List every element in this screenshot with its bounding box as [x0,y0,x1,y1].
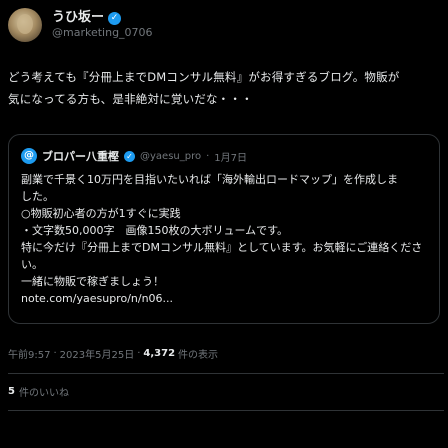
quoted-body-line: い。 [21,258,43,271]
divider [8,410,444,411]
tweet-time[interactable]: 午前9:57 [8,346,50,361]
quoted-body-line: 一緒に物販で稼ぎましょう！ [21,275,164,288]
quoted-author-handle: @yaesu_pro [140,150,202,162]
quoted-body-line: 副業で千景く10万円を目指いたいれば「海外輸出ロードマップ」を作成しま [21,173,398,186]
likes-row[interactable]: 5 件のいいね [8,382,69,400]
tweet-body: どう考えても『分冊上までDMコンサル無料』がお得すぎるブログ。物販が 気になって… [8,66,444,110]
verified-badge-icon: ✓ [108,11,122,25]
quoted-body-line: ○物販初心者の方が1すぐに実践 [21,207,181,220]
views-count: 4,372 [143,347,176,359]
author-handle[interactable]: @marketing_0706 [52,26,153,40]
author-display-name[interactable]: うひ坂ー [52,10,104,26]
quoted-author-avatar: @ [21,148,37,164]
views-label: 件の表示 [178,349,219,361]
meta-separator: · [137,347,141,359]
quoted-verified-badge-icon: ✓ [124,150,135,162]
author-avatar[interactable] [8,8,42,42]
quoted-body-line: 特に今だけ『分冊上までDMコンサル無料』としています。お気軽にご連絡くださ [21,241,423,254]
quoted-tweet-body: 副業で千景く10万円を目指いたいれば「海外輸出ロードマップ」を作成しま した。 … [21,171,427,307]
meta-separator: · [53,347,57,359]
tweet: うひ坂ー ✓ @marketing_0706 どう考えても『分冊上までDMコンサ… [0,0,448,448]
quoted-author-display-name: ブロパー八重樫 [42,150,119,163]
tweet-meta: 午前9:57 · 2023年5月25日 · 4,372 件の表示 [8,344,218,362]
quoted-body-line: した。 [21,190,54,203]
display-name-row: うひ坂ー ✓ [52,10,153,26]
quoted-separator: · [206,150,210,162]
likes-label: 件のいいね [18,387,69,399]
tweet-body-line: 気になってる方も、是非絶対に覚いだな・・・ [8,92,253,106]
quoted-body-line: ・文字数50,000字 画像150枚の大ボリュームです。 [21,224,289,237]
quoted-tweet[interactable]: @ ブロパー八重樫 ✓ @yaesu_pro · 1月7日 副業で千景く10万円… [8,134,440,324]
tweet-body-line: どう考えても『分冊上までDMコンサル無料』がお得すぎるブログ。物販が [8,70,400,84]
likes-count: 5 [8,385,15,397]
quoted-tweet-header: @ ブロパー八重樫 ✓ @yaesu_pro · 1月7日 [21,145,427,167]
quoted-date: 1月7日 [214,152,248,164]
tweet-date[interactable]: 2023年5月25日 [60,346,135,361]
tweet-header: うひ坂ー ✓ @marketing_0706 [8,8,153,42]
author-names: うひ坂ー ✓ @marketing_0706 [52,10,153,40]
quoted-link[interactable]: note.com/yaesupro/n/n06... [21,290,427,307]
divider [8,373,444,374]
